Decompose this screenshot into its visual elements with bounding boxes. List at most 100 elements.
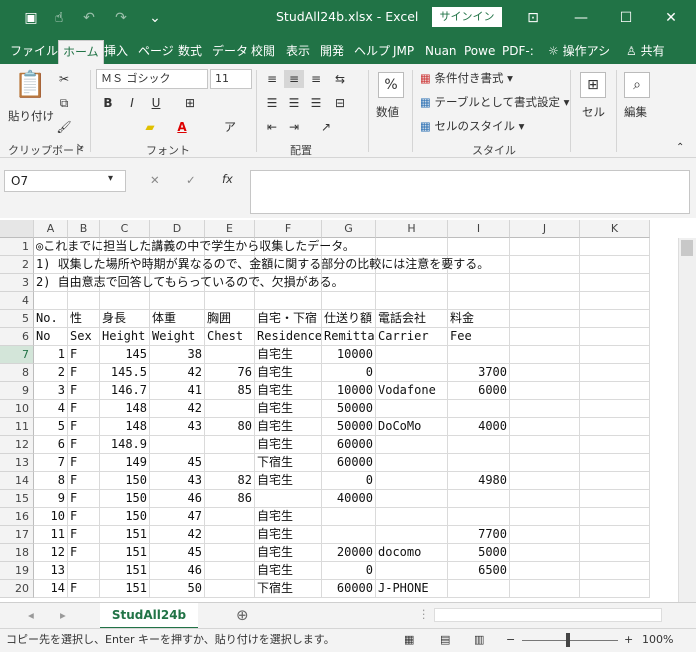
touch-mode-icon[interactable]: ☝: [50, 9, 68, 27]
qat-customize-icon[interactable]: ⌄: [146, 9, 164, 27]
bold-button[interactable]: B: [98, 94, 118, 112]
cut-icon[interactable]: ✂: [54, 70, 74, 88]
cell[interactable]: 82: [205, 472, 255, 490]
cell[interactable]: 0: [322, 472, 376, 490]
cell[interactable]: ◎これまでに担当した講義の中で学生から収集したデータ。: [34, 238, 355, 256]
cell[interactable]: [205, 292, 255, 310]
vertical-scrollbar[interactable]: [678, 238, 696, 602]
cell[interactable]: F: [68, 400, 100, 418]
italic-button[interactable]: I: [122, 94, 142, 112]
cell[interactable]: [510, 472, 580, 490]
cell[interactable]: No.: [34, 310, 68, 328]
enter-icon[interactable]: ✓: [186, 173, 196, 187]
cell[interactable]: 45: [150, 454, 205, 472]
cell[interactable]: 3700: [448, 364, 510, 382]
cell[interactable]: 11: [34, 526, 68, 544]
tab-formulas[interactable]: 数式: [178, 40, 202, 64]
row-header[interactable]: 20: [0, 580, 34, 598]
row-header[interactable]: 11: [0, 418, 34, 436]
cell[interactable]: [376, 292, 448, 310]
cell[interactable]: [580, 274, 650, 292]
cell[interactable]: [510, 238, 580, 256]
cell[interactable]: 42: [150, 526, 205, 544]
indent-decrease-icon[interactable]: ⇤: [262, 118, 282, 136]
cells-icon[interactable]: ⊞: [580, 72, 606, 98]
cell[interactable]: 50000: [322, 418, 376, 436]
cell[interactable]: J-PHONE: [376, 580, 448, 598]
cell[interactable]: 身長: [100, 310, 150, 328]
cell[interactable]: 50: [150, 580, 205, 598]
cell[interactable]: Residence: [255, 328, 322, 346]
cell[interactable]: [448, 580, 510, 598]
page-break-icon[interactable]: ▥: [474, 629, 484, 651]
cell[interactable]: Height: [100, 328, 150, 346]
cell[interactable]: 38: [150, 346, 205, 364]
cell[interactable]: [510, 544, 580, 562]
page-layout-icon[interactable]: ▤: [440, 629, 450, 651]
conditional-format-button[interactable]: ▦ 条件付き書式 ▾: [420, 70, 513, 86]
cell[interactable]: [580, 508, 650, 526]
cell[interactable]: [580, 490, 650, 508]
row-header[interactable]: 18: [0, 544, 34, 562]
cell[interactable]: [376, 562, 448, 580]
cell[interactable]: 5000: [448, 544, 510, 562]
cell[interactable]: [448, 400, 510, 418]
cell[interactable]: 86: [205, 490, 255, 508]
cell[interactable]: [510, 526, 580, 544]
cell[interactable]: [510, 382, 580, 400]
tab-developer[interactable]: 開発: [320, 40, 344, 64]
tab-tell-me[interactable]: ☼ 操作アシ: [548, 40, 610, 64]
cell[interactable]: 自宅生: [255, 508, 322, 526]
align-left-icon[interactable]: ☰: [262, 94, 282, 112]
cell[interactable]: [510, 418, 580, 436]
cell[interactable]: [580, 346, 650, 364]
cell[interactable]: 12: [34, 544, 68, 562]
cell[interactable]: [205, 454, 255, 472]
cell[interactable]: 0: [322, 562, 376, 580]
cell[interactable]: 146.7: [100, 382, 150, 400]
cell[interactable]: [205, 580, 255, 598]
next-sheet-icon[interactable]: ▸: [60, 608, 66, 622]
cell[interactable]: [68, 292, 100, 310]
column-header-c[interactable]: C: [100, 220, 150, 238]
cell[interactable]: 148: [100, 418, 150, 436]
cell[interactable]: [580, 472, 650, 490]
row-header[interactable]: 12: [0, 436, 34, 454]
zoom-out-icon[interactable]: −: [506, 629, 515, 651]
row-header[interactable]: 2: [0, 256, 34, 274]
cell[interactable]: [510, 580, 580, 598]
cell[interactable]: 1: [34, 346, 68, 364]
cell[interactable]: F: [68, 508, 100, 526]
cell[interactable]: 自宅生: [255, 562, 322, 580]
cell[interactable]: [205, 526, 255, 544]
cell[interactable]: 60000: [322, 454, 376, 472]
cell[interactable]: [34, 292, 68, 310]
copy-icon[interactable]: ⧉: [54, 94, 74, 112]
align-bottom-icon[interactable]: ≡: [306, 70, 326, 88]
cell[interactable]: [376, 472, 448, 490]
cell[interactable]: 151: [100, 526, 150, 544]
cell[interactable]: 6: [34, 436, 68, 454]
cell[interactable]: [580, 544, 650, 562]
wrap-text-icon[interactable]: ⇆: [330, 70, 350, 88]
cell[interactable]: 150: [100, 508, 150, 526]
cell[interactable]: [580, 580, 650, 598]
cell[interactable]: 4: [34, 400, 68, 418]
column-header-k[interactable]: K: [580, 220, 650, 238]
column-header-h[interactable]: H: [376, 220, 448, 238]
cell[interactable]: docomo: [376, 544, 448, 562]
indent-increase-icon[interactable]: ⇥: [284, 118, 304, 136]
font-name-select[interactable]: ＭＳ ゴシック: [96, 69, 208, 89]
cell[interactable]: [448, 436, 510, 454]
cell[interactable]: F: [68, 382, 100, 400]
percent-icon[interactable]: %: [378, 72, 404, 98]
tab-home[interactable]: ホーム: [58, 40, 104, 64]
cell[interactable]: [580, 382, 650, 400]
format-painter-icon[interactable]: 🖌: [54, 118, 74, 136]
row-header[interactable]: 4: [0, 292, 34, 310]
cell[interactable]: [510, 328, 580, 346]
collapse-ribbon-icon[interactable]: ⌃: [676, 142, 684, 153]
border-icon[interactable]: ⊞: [180, 94, 200, 112]
merge-icon[interactable]: ⊟: [330, 94, 350, 112]
row-header[interactable]: 7: [0, 346, 34, 364]
